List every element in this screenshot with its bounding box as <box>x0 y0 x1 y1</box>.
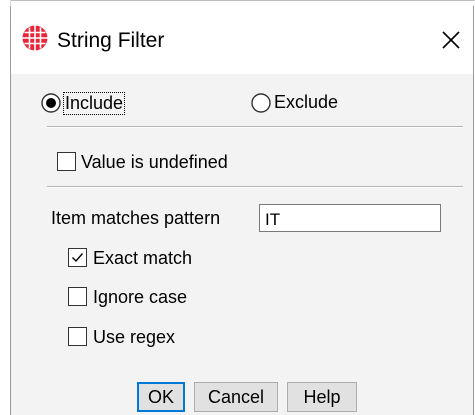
separator <box>47 186 463 188</box>
background-window-edge <box>0 0 475 1</box>
ignore-case-label[interactable]: Ignore case <box>93 287 187 308</box>
ok-button[interactable]: OK <box>137 382 185 412</box>
dialog-title: String Filter <box>57 29 165 52</box>
string-filter-dialog: String Filter Include Exclude Value is u… <box>10 6 474 415</box>
exact-match-checkbox[interactable] <box>68 248 87 267</box>
exclude-radio[interactable] <box>251 93 271 113</box>
use-regex-checkbox[interactable] <box>68 327 87 346</box>
value-undefined-label[interactable]: Value is undefined <box>81 152 228 173</box>
title-bar[interactable]: String Filter <box>11 6 473 74</box>
help-button[interactable]: Help <box>287 382 357 412</box>
pattern-label: Item matches pattern <box>51 208 221 228</box>
cancel-button[interactable]: Cancel <box>194 382 278 412</box>
checkmark-icon <box>72 253 84 263</box>
value-undefined-checkbox[interactable] <box>57 152 76 171</box>
exclude-label[interactable]: Exclude <box>274 92 338 113</box>
pattern-input[interactable] <box>259 204 441 232</box>
separator <box>47 126 463 128</box>
use-regex-label[interactable]: Use regex <box>93 327 175 348</box>
grid-globe-icon <box>21 24 49 52</box>
exact-match-label[interactable]: Exact match <box>93 248 192 269</box>
include-radio[interactable] <box>41 93 61 113</box>
close-icon[interactable] <box>429 20 473 60</box>
ignore-case-checkbox[interactable] <box>68 287 87 306</box>
include-label[interactable]: Include <box>63 92 126 115</box>
